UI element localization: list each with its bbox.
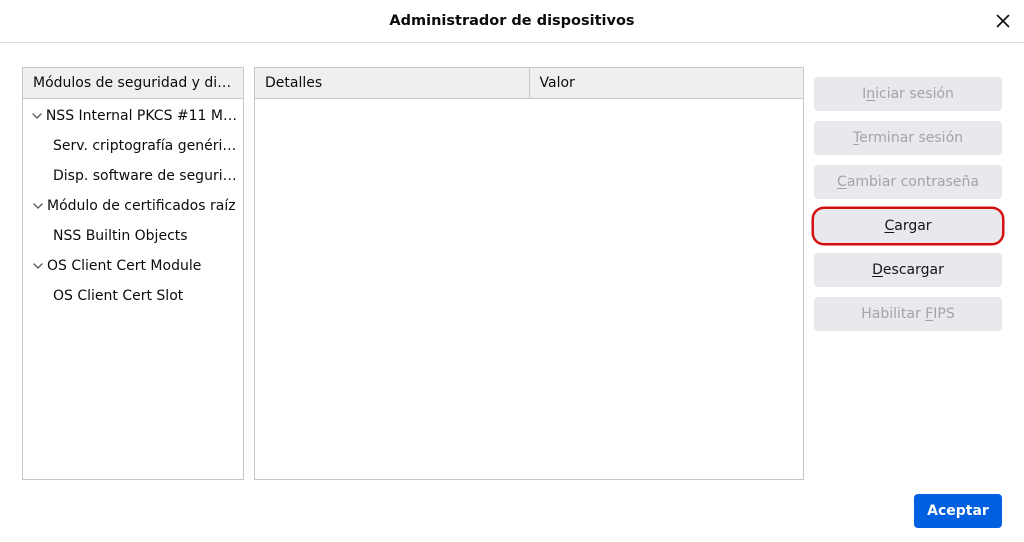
tree-item-label: Serv. criptografía genéric… xyxy=(53,138,237,154)
mnemonic: C xyxy=(884,218,894,234)
tree-item-label: OS Client Cert Module xyxy=(47,258,201,274)
mnemonic: D xyxy=(872,262,883,278)
dialog-title: Administrador de dispositivos xyxy=(389,13,634,29)
tree-item[interactable]: OS Client Cert Module xyxy=(23,251,243,281)
tree-item[interactable]: Módulo de certificados raíz xyxy=(23,191,243,221)
tree-item-label: NSS Internal PKCS #11 Mod… xyxy=(46,108,237,124)
tree-item[interactable]: OS Client Cert Slot xyxy=(23,281,243,311)
login-button[interactable]: Iniciar sesión xyxy=(814,77,1002,111)
chevron-down-icon xyxy=(31,111,44,121)
chevron-down-icon xyxy=(31,201,45,211)
tree-item-label: Disp. software de seguri… xyxy=(53,168,237,184)
dialog-body: Módulos de seguridad y di… NSS Internal … xyxy=(0,43,1024,542)
accept-button[interactable]: Aceptar xyxy=(914,494,1002,528)
enable-fips-button[interactable]: Habilitar FIPS xyxy=(814,297,1002,331)
device-manager-dialog: Administrador de dispositivos Módulos de… xyxy=(0,0,1024,542)
tree-item-label: OS Client Cert Slot xyxy=(53,288,183,304)
details-panel[interactable]: Detalles Valor xyxy=(254,67,804,480)
tree-item-label: NSS Builtin Objects xyxy=(53,228,188,244)
close-button[interactable] xyxy=(990,8,1016,34)
tree-item-label: Módulo de certificados raíz xyxy=(47,198,236,214)
logout-button[interactable]: Terminar sesión xyxy=(814,121,1002,155)
modules-tree-body: NSS Internal PKCS #11 Mod… Serv. criptogr… xyxy=(23,99,243,479)
tree-item[interactable]: NSS Internal PKCS #11 Mod… xyxy=(23,101,243,131)
close-icon xyxy=(996,14,1010,28)
load-button[interactable]: Cargar xyxy=(814,209,1002,243)
mnemonic: n xyxy=(866,86,875,102)
tree-item[interactable]: NSS Builtin Objects xyxy=(23,221,243,251)
modules-column-header[interactable]: Módulos de seguridad y di… xyxy=(23,68,243,98)
side-buttons: Iniciar sesión Terminar sesión Cambiar c… xyxy=(814,67,1002,480)
chevron-down-icon xyxy=(31,261,45,271)
mnemonic: F xyxy=(925,306,933,322)
mnemonic: T xyxy=(853,130,859,146)
main-area: Módulos de seguridad y di… NSS Internal … xyxy=(22,67,1002,480)
modules-tree-panel[interactable]: Módulos de seguridad y di… NSS Internal … xyxy=(22,67,244,480)
unload-button[interactable]: Descargar xyxy=(814,253,1002,287)
value-column-header[interactable]: Valor xyxy=(530,68,804,98)
change-password-button[interactable]: Cambiar contraseña xyxy=(814,165,1002,199)
titlebar: Administrador de dispositivos xyxy=(0,0,1024,43)
details-column-header[interactable]: Detalles xyxy=(255,68,530,98)
mnemonic: C xyxy=(837,174,847,190)
tree-item[interactable]: Serv. criptografía genéric… xyxy=(23,131,243,161)
dialog-footer: Aceptar xyxy=(22,480,1002,528)
tree-item[interactable]: Disp. software de seguri… xyxy=(23,161,243,191)
